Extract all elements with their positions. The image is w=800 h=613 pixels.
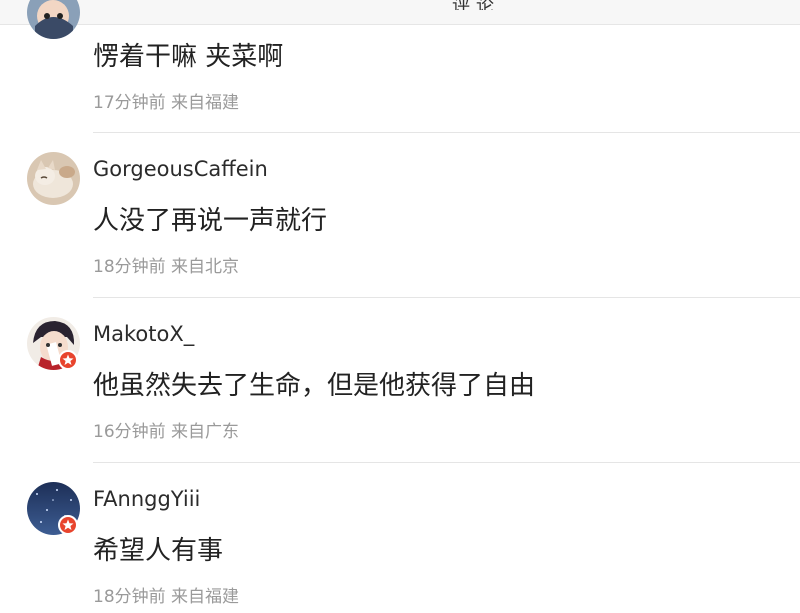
comment-time: 18分钟前 <box>93 257 166 277</box>
comment-time: 17分钟前 <box>93 93 166 113</box>
comment-item[interactable]: FAnnggYiii 希望人有事 18分钟前 来自福建 <box>0 463 800 613</box>
comment-list-page: 评论 愣着干嘛 夹菜啊 17分钟前 来自福建 <box>0 0 800 613</box>
comment-text: 愣着干嘛 夹菜啊 <box>93 42 284 72</box>
verified-badge-icon <box>58 515 78 535</box>
comment-location: 来自广东 <box>171 422 240 442</box>
avatar[interactable] <box>27 0 80 39</box>
comment-item[interactable]: 愣着干嘛 夹菜啊 17分钟前 来自福建 <box>0 0 800 133</box>
comment-item[interactable]: MakotoX_ 他虽然失去了生命，但是他获得了自由 16分钟前 来自广东 <box>0 298 800 463</box>
username[interactable]: GorgeousCaffein <box>93 157 268 181</box>
username[interactable]: FAnnggYiii <box>93 487 200 511</box>
comment-meta: 16分钟前 来自广东 <box>93 417 239 442</box>
comment-text: 人没了再说一声就行 <box>93 206 328 236</box>
username[interactable]: MakotoX_ <box>93 322 194 346</box>
comment-text: 他虽然失去了生命，但是他获得了自由 <box>93 371 536 401</box>
comment-meta: 18分钟前 来自福建 <box>93 582 239 607</box>
avatar[interactable] <box>27 152 80 205</box>
comment-location: 来自福建 <box>171 93 240 113</box>
comment-text: 希望人有事 <box>93 536 224 566</box>
comment-time: 18分钟前 <box>93 587 166 607</box>
comment-meta: 18分钟前 来自北京 <box>93 252 239 277</box>
verified-badge-icon <box>58 350 78 370</box>
comment-location: 来自北京 <box>171 257 240 277</box>
comment-time: 16分钟前 <box>93 422 166 442</box>
comment-location: 来自福建 <box>171 587 240 607</box>
comment-meta: 17分钟前 来自福建 <box>93 88 239 113</box>
comment-item[interactable]: GorgeousCaffein 人没了再说一声就行 18分钟前 来自北京 <box>0 133 800 298</box>
